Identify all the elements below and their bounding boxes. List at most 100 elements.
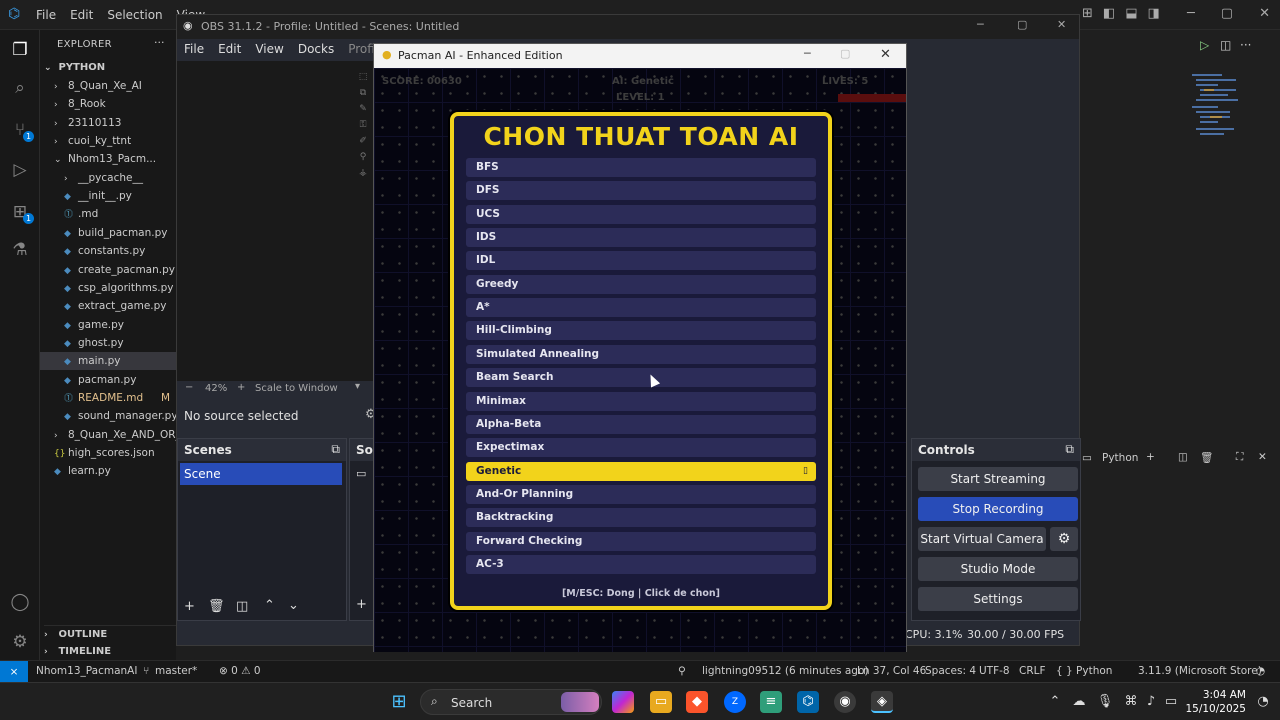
start-virtual-camera-button[interactable]: Start Virtual Camera <box>918 527 1046 551</box>
minimize-icon[interactable]: ─ <box>1187 6 1195 21</box>
settings-button[interactable]: Settings <box>918 587 1078 611</box>
customize-layout-icon[interactable]: ⊞ <box>1082 6 1093 21</box>
status-spaces[interactable]: Spaces: 4 <box>925 665 976 677</box>
tree-item[interactable]: ◆ __init__.py <box>40 187 176 205</box>
tree-item[interactable]: › 23110113 <box>40 114 176 132</box>
notifications-bell-icon[interactable]: ◔ <box>1256 665 1265 677</box>
lock-icon[interactable]: ⚿ <box>353 117 373 133</box>
close-icon[interactable]: ✕ <box>1259 6 1270 21</box>
tree-item[interactable]: ◆ constants.py <box>40 242 176 260</box>
maximize-icon[interactable]: ▢ <box>1221 6 1233 21</box>
algorithm-option[interactable]: IDL <box>466 251 816 271</box>
start-streaming-button[interactable]: Start Streaming <box>918 467 1078 491</box>
tree-item[interactable]: › 8_Quan_Xe_AND_OR_... <box>40 426 191 444</box>
algorithm-option[interactable]: Forward Checking <box>466 531 816 551</box>
scene-item[interactable]: Scene <box>180 463 342 485</box>
zoom-out-icon[interactable]: − <box>185 382 193 393</box>
algorithm-option[interactable]: AC-3 <box>466 554 816 574</box>
algorithm-option[interactable]: Simulated Annealing <box>466 344 816 364</box>
scene-filters-icon[interactable]: ◫ <box>236 599 248 614</box>
status-interpreter[interactable]: 3.11.9 (Microsoft Store) <box>1138 665 1262 677</box>
tree-item[interactable]: ◆ extract_game.py <box>40 297 176 315</box>
tree-item[interactable]: ⓵ README.md M <box>40 389 176 407</box>
move-up-icon[interactable]: ⌃ <box>264 598 275 613</box>
tree-item[interactable]: ◆ sound_manager.py <box>40 407 178 425</box>
battery-icon[interactable]: ▭ <box>1160 691 1182 713</box>
status-problems[interactable]: ⊗ 0 ⚠ 0 <box>219 665 261 677</box>
studio-mode-button[interactable]: Studio Mode <box>918 557 1078 581</box>
menu-file[interactable]: File <box>36 8 56 22</box>
menu-edit[interactable]: Edit <box>70 8 93 22</box>
run-debug-icon[interactable]: ▷ <box>8 158 32 182</box>
obs-menu-docks[interactable]: Docks <box>291 39 341 61</box>
stop-recording-button[interactable]: Stop Recording <box>918 497 1078 521</box>
paint-icon[interactable]: ✎ <box>353 101 373 117</box>
tree-item[interactable]: ◆ ghost.py <box>40 334 176 352</box>
extensions-icon[interactable]: ⊞ 1 <box>8 200 34 224</box>
algorithm-option[interactable]: IDS <box>466 228 816 248</box>
tree-item[interactable]: ◆ build_pacman.py <box>40 224 176 242</box>
tree-item[interactable]: ◆ game.py <box>40 316 176 334</box>
trash-icon[interactable]: 🗑 <box>1200 451 1213 464</box>
settings-gear-icon[interactable]: ⚙ <box>8 630 32 654</box>
run-icon[interactable]: ▷ <box>1200 38 1209 52</box>
tray-expand-icon[interactable]: ⌃ <box>1044 691 1066 713</box>
menu-selection[interactable]: Selection <box>107 8 162 22</box>
tree-root[interactable]: ⌄ PYTHON <box>44 59 105 77</box>
split-terminal-icon[interactable]: ◫ <box>1178 451 1188 463</box>
algorithm-option[interactable]: Greedy <box>466 274 816 294</box>
filter-icon[interactable]: ⚲ <box>353 149 373 165</box>
tree-item[interactable]: › cuoi_ky_ttnt <box>40 132 176 150</box>
explorer-more-icon[interactable]: ··· <box>154 36 165 49</box>
tree-item[interactable]: › __pycache__ <box>40 169 176 187</box>
explorer-icon[interactable]: ❐ <box>8 38 32 62</box>
tree-item[interactable]: ◆ main.py <box>40 352 176 371</box>
obs-maximize-icon[interactable]: ▢ <box>1017 18 1027 31</box>
status-project[interactable]: Nhom13_PacmanAI <box>36 665 137 677</box>
algorithm-option[interactable]: Expectimax <box>466 438 816 458</box>
obs-taskbar-icon[interactable]: ◉ <box>834 691 856 713</box>
game-canvas[interactable]: SCORE: 00630 AI: Genetic LEVEL: 1 LIVES:… <box>374 68 906 652</box>
tree-item[interactable]: ⌄ Nhom13_Pacm... <box>40 150 176 168</box>
notification-center-icon[interactable]: ◔ <box>1252 691 1274 713</box>
tree-item[interactable]: ◆ pacman.py <box>40 371 176 389</box>
network-icon[interactable]: ⌘ <box>1120 691 1142 713</box>
algorithm-option[interactable]: And-Or Planning <box>466 484 816 504</box>
outline-section[interactable]: › OUTLINE <box>44 625 176 643</box>
search-icon[interactable]: ⌕ <box>8 76 32 100</box>
obs-close-icon[interactable]: ✕ <box>1057 18 1066 31</box>
zalo-icon[interactable]: Z <box>724 691 746 713</box>
algorithm-option[interactable]: Genetic ▯ <box>466 461 816 481</box>
start-button-icon[interactable]: ⊞ <box>388 691 410 713</box>
virtual-camera-gear-icon[interactable]: ⚙ <box>1050 527 1078 551</box>
toggle-panel-icon[interactable]: ⬓ <box>1125 6 1137 21</box>
brave-browser-icon[interactable]: ◆ <box>686 691 708 713</box>
obs-menu-edit[interactable]: Edit <box>211 39 248 61</box>
python-taskbar-icon[interactable]: ◈ <box>871 691 893 713</box>
notepad-icon[interactable]: ≡ <box>760 691 782 713</box>
toggle-secondary-sidebar-icon[interactable]: ◨ <box>1148 6 1160 21</box>
add-source-icon[interactable]: + <box>356 597 367 612</box>
algorithm-option[interactable]: Minimax <box>466 391 816 411</box>
pacman-minimize-icon[interactable]: ─ <box>804 47 811 60</box>
volume-icon[interactable]: ♪ <box>1140 691 1162 713</box>
split-editor-icon[interactable]: ◫ <box>1220 38 1231 52</box>
more-actions-icon[interactable]: ··· <box>1240 38 1251 52</box>
status-branch[interactable]: master* <box>155 665 197 677</box>
algorithm-option[interactable]: DFS <box>466 181 816 201</box>
status-language[interactable]: { } Python <box>1056 665 1112 677</box>
account-icon[interactable]: ◯ <box>8 590 32 614</box>
algorithm-option[interactable]: A* <box>466 298 816 318</box>
remote-indicator[interactable]: ⨯ <box>0 661 28 683</box>
pacman-close-icon[interactable]: ✕ <box>880 47 891 62</box>
tree-item[interactable]: › 8_Quan_Xe_AI <box>40 77 176 95</box>
text-icon[interactable]: ⚶ <box>353 165 373 181</box>
algorithm-option[interactable]: UCS <box>466 204 816 224</box>
status-encoding[interactable]: UTF-8 <box>979 665 1010 677</box>
tree-item[interactable]: ◆ learn.py <box>40 462 176 480</box>
file-explorer-icon[interactable]: ▭ <box>650 691 672 713</box>
status-eol[interactable]: CRLF <box>1019 665 1046 677</box>
cursor-tool-icon[interactable]: ⬚ <box>353 69 373 85</box>
taskbar-search[interactable]: ⌕ Search <box>420 689 602 715</box>
tree-item[interactable]: ⓵ .md <box>40 205 176 223</box>
